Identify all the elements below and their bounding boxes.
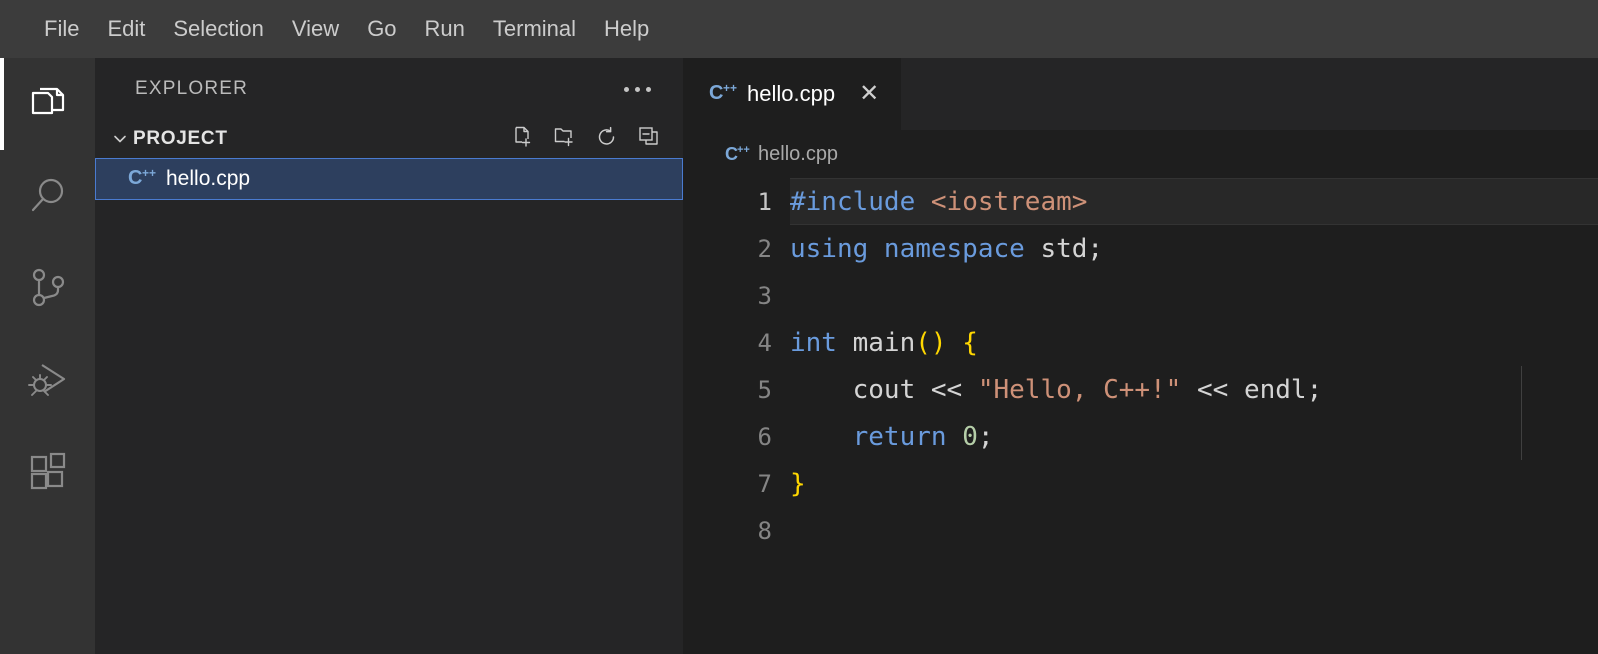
menu-item-edit[interactable]: Edit xyxy=(93,12,159,46)
code-token: #include xyxy=(790,187,915,217)
code-line-text: using namespace std; xyxy=(790,234,1103,264)
code-token: cout << xyxy=(790,375,978,405)
cpp-file-icon: C++ xyxy=(128,167,152,191)
explorer-header: EXPLORER xyxy=(95,58,683,120)
code-line[interactable]: 1#include <iostream> xyxy=(683,178,1598,225)
active-indicator xyxy=(0,150,4,242)
activitybar-item-extensions[interactable] xyxy=(0,426,95,518)
code-line-text: return 0; xyxy=(790,422,994,452)
code-token: << endl; xyxy=(1181,375,1322,405)
line-number: 4 xyxy=(683,329,790,357)
cpp-file-icon: C++ xyxy=(725,144,746,165)
code-token: () xyxy=(915,328,946,358)
line-number: 5 xyxy=(683,376,790,404)
code-line-text: #include <iostream> xyxy=(790,187,1087,217)
code-line[interactable]: 2using namespace std; xyxy=(683,225,1598,272)
new-file-icon[interactable] xyxy=(511,125,535,154)
activitybar-item-run-and-debug[interactable] xyxy=(0,334,95,426)
active-indicator xyxy=(0,426,4,518)
tab-bar: C++ hello.cpp ✕ xyxy=(683,58,1598,130)
code-token: main xyxy=(837,328,915,358)
search-icon xyxy=(26,174,70,218)
new-folder-icon[interactable] xyxy=(553,125,577,154)
refresh-icon[interactable] xyxy=(595,125,619,154)
code-token: int xyxy=(790,328,837,358)
project-section-header[interactable]: PROJECT xyxy=(95,120,683,158)
line-number: 1 xyxy=(683,188,790,216)
file-tree: C++ hello.cpp xyxy=(95,158,683,200)
code-token: { xyxy=(962,328,978,358)
chevron-down-icon[interactable] xyxy=(107,130,133,148)
indent-guide xyxy=(1521,366,1522,460)
extensions-icon xyxy=(26,450,70,494)
code-line-text: int main() { xyxy=(790,328,978,358)
line-number: 2 xyxy=(683,235,790,263)
code-token: using namespace xyxy=(790,234,1025,264)
tab-label: hello.cpp xyxy=(747,81,835,107)
code-token: <iostream> xyxy=(931,187,1088,217)
files-icon xyxy=(26,82,70,126)
menu-item-terminal[interactable]: Terminal xyxy=(479,12,590,46)
code-editor[interactable]: 1#include <iostream>2using namespace std… xyxy=(683,178,1598,654)
tab-bar-empty-area xyxy=(902,58,1598,130)
file-tree-item[interactable]: C++ hello.cpp xyxy=(95,158,683,200)
active-indicator xyxy=(0,242,4,334)
code-line[interactable]: 6 return 0; xyxy=(683,413,1598,460)
active-indicator xyxy=(0,334,4,426)
breadcrumb: C++ hello.cpp xyxy=(683,130,1598,178)
code-token: ; xyxy=(978,422,994,452)
code-line[interactable]: 4int main() { xyxy=(683,319,1598,366)
editor-group: C++ hello.cpp ✕ C++ hello.cpp 1#include … xyxy=(683,58,1598,654)
line-number: 7 xyxy=(683,470,790,498)
explorer-actions xyxy=(511,125,661,154)
code-token: } xyxy=(790,469,806,499)
tab-hello-cpp[interactable]: C++ hello.cpp ✕ xyxy=(683,58,902,130)
menu-item-file[interactable]: File xyxy=(30,12,93,46)
activity-bar xyxy=(0,58,95,654)
code-line[interactable]: 8 xyxy=(683,507,1598,554)
menu-item-run[interactable]: Run xyxy=(411,12,479,46)
code-token: "Hello, C++!" xyxy=(978,375,1182,405)
run-debug-icon xyxy=(26,358,70,402)
close-icon[interactable]: ✕ xyxy=(859,82,879,106)
code-token xyxy=(790,422,853,452)
code-line-text: cout << "Hello, C++!" << endl; xyxy=(790,375,1322,405)
collapse-all-icon[interactable] xyxy=(637,125,661,154)
code-token: std; xyxy=(1025,234,1103,264)
activitybar-item-source-control[interactable] xyxy=(0,242,95,334)
menu-item-go[interactable]: Go xyxy=(353,12,410,46)
active-indicator xyxy=(0,58,4,150)
menu-bar: FileEditSelectionViewGoRunTerminalHelp xyxy=(0,0,1598,58)
code-token: 0 xyxy=(962,422,978,452)
menu-item-view[interactable]: View xyxy=(278,12,353,46)
cpp-file-icon: C++ xyxy=(709,82,733,106)
menu-item-selection[interactable]: Selection xyxy=(159,12,278,46)
line-number: 6 xyxy=(683,423,790,451)
code-token: return xyxy=(853,422,947,452)
line-number: 3 xyxy=(683,282,790,310)
ellipsis-icon[interactable] xyxy=(618,81,657,98)
source-control-icon xyxy=(26,266,70,310)
code-line[interactable]: 3 xyxy=(683,272,1598,319)
code-line[interactable]: 5 cout << "Hello, C++!" << endl; xyxy=(683,366,1598,413)
explorer-title: EXPLORER xyxy=(135,78,618,100)
code-line-text: } xyxy=(790,469,806,499)
project-section-label: PROJECT xyxy=(133,128,511,150)
menu-item-help[interactable]: Help xyxy=(590,12,663,46)
activitybar-item-search[interactable] xyxy=(0,150,95,242)
vscode-window: FileEditSelectionViewGoRunTerminalHelp E… xyxy=(0,0,1598,654)
code-token xyxy=(947,328,963,358)
activitybar-item-explorer[interactable] xyxy=(0,58,95,150)
breadcrumb-label[interactable]: hello.cpp xyxy=(758,143,838,166)
code-token xyxy=(947,422,963,452)
code-line[interactable]: 7} xyxy=(683,460,1598,507)
code-token xyxy=(915,187,931,217)
explorer-sidebar: EXPLORER PROJECT xyxy=(95,58,683,654)
line-number: 8 xyxy=(683,517,790,545)
file-tree-item-label: hello.cpp xyxy=(166,167,250,191)
